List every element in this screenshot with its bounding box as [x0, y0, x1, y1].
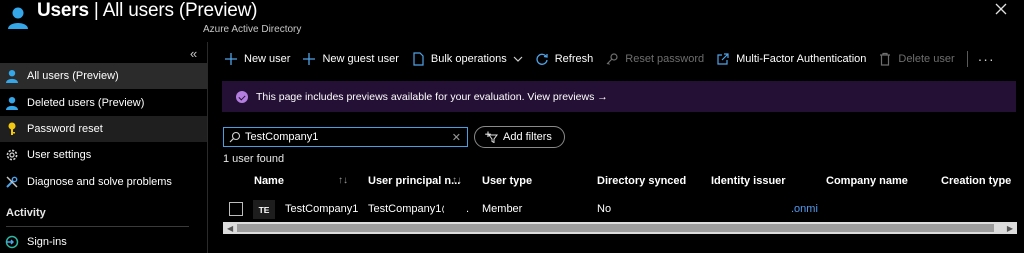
- sort-icon[interactable]: ↑↓: [452, 175, 462, 186]
- delete-user-button[interactable]: Delete user: [878, 52, 955, 66]
- add-filter-icon: [485, 131, 498, 143]
- refresh-button[interactable]: Refresh: [535, 52, 594, 66]
- title-rest: All users (Preview): [102, 0, 258, 21]
- trash-icon: [880, 52, 891, 66]
- search-input[interactable]: [245, 131, 445, 143]
- reset-password-button[interactable]: Reset password: [605, 52, 704, 66]
- cell-user-type: Member: [482, 203, 523, 215]
- sidebar-item-label: User settings: [27, 149, 92, 162]
- new-user-label: New user: [244, 53, 291, 65]
- redacted-tenant: [37, 25, 197, 35]
- cell-name[interactable]: TestCompany1: [285, 203, 358, 215]
- user-icon: [8, 7, 28, 29]
- plus-icon: [225, 53, 237, 65]
- refresh-icon: [536, 53, 548, 65]
- toolbar-divider: [966, 51, 968, 67]
- sidebar-item-diagnose[interactable]: Diagnose and solve problems: [0, 169, 207, 195]
- avatar: TE: [253, 200, 275, 219]
- preview-rocket-icon: [236, 90, 248, 103]
- external-link-icon: [717, 53, 729, 65]
- title-separator: |: [88, 0, 103, 21]
- sidebar: « All users (Preview) Deleted users (Pre…: [0, 42, 207, 253]
- sign-in-icon: [5, 235, 19, 249]
- scrollbar-thumb[interactable]: [237, 224, 994, 232]
- blade-header: Users | All users (Preview) Azure Active…: [0, 0, 1024, 42]
- result-count: 1 user found: [223, 153, 285, 165]
- new-user-button[interactable]: New user: [224, 52, 290, 66]
- cell-identity-issuer[interactable]: .onmi: [791, 203, 818, 215]
- new-guest-user-label: New guest user: [322, 53, 399, 65]
- close-icon[interactable]: [994, 2, 1008, 16]
- key-icon: [8, 122, 16, 135]
- sidebar-item-all-users[interactable]: All users (Preview): [0, 63, 207, 90]
- sort-icon[interactable]: ↑↓: [338, 175, 348, 186]
- cell-upn: TestCompany1@: [368, 203, 453, 215]
- column-header-creation-type[interactable]: Creation type: [941, 175, 1011, 187]
- horizontal-scrollbar[interactable]: ◀ ▶: [223, 222, 1017, 234]
- section-heading-activity: Activity: [6, 207, 46, 219]
- add-filters-label: Add filters: [503, 131, 552, 143]
- column-header-identity-issuer[interactable]: Identity issuer: [711, 175, 786, 187]
- cell-directory-synced: No: [597, 203, 612, 215]
- row-checkbox[interactable]: [229, 202, 243, 216]
- sidebar-item-deleted-users[interactable]: Deleted users (Preview): [0, 89, 207, 115]
- column-header-upn[interactable]: User principal n...: [368, 175, 460, 187]
- section-divider: [6, 226, 189, 227]
- preview-banner[interactable]: This page includes previews available fo…: [222, 81, 1016, 112]
- scroll-left-icon[interactable]: ◀: [227, 224, 233, 233]
- bulk-operations-label: Bulk operations: [430, 53, 507, 65]
- scroll-right-icon[interactable]: ▶: [1007, 224, 1013, 233]
- document-icon: [413, 52, 424, 66]
- sidebar-item-label: Sign-ins: [27, 236, 67, 248]
- command-bar: New user New guest user Bulk operations …: [224, 48, 995, 70]
- bulk-operations-dropdown[interactable]: Bulk operations: [411, 52, 523, 66]
- new-guest-user-button[interactable]: New guest user: [302, 52, 399, 66]
- column-header-name[interactable]: Name: [254, 175, 284, 187]
- add-filters-button[interactable]: Add filters: [474, 126, 565, 148]
- search-icon: [229, 131, 241, 143]
- redacted-issuer: [708, 203, 791, 215]
- column-header-company-name[interactable]: Company name: [826, 175, 908, 187]
- sidebar-item-user-settings[interactable]: User settings: [0, 142, 207, 168]
- mfa-button[interactable]: Multi-Factor Authentication: [716, 52, 866, 66]
- sidebar-item-sign-ins[interactable]: Sign-ins: [0, 232, 67, 252]
- wrench-icon: [6, 176, 18, 188]
- title-main: Users: [37, 0, 89, 21]
- page-title: Users | All users (Preview): [37, 0, 257, 22]
- sidebar-item-password-reset[interactable]: Password reset: [0, 115, 207, 143]
- gear-icon: [6, 149, 18, 161]
- search-box[interactable]: ✕: [223, 127, 468, 147]
- plus-icon: [303, 53, 316, 65]
- reset-password-label: Reset password: [625, 53, 705, 65]
- refresh-label: Refresh: [554, 53, 594, 65]
- sidebar-item-label: Diagnose and solve problems: [27, 175, 172, 188]
- sidebar-nav: All users (Preview) Deleted users (Previ…: [0, 63, 207, 195]
- chevron-down-icon: [513, 56, 523, 62]
- more-options-button[interactable]: ···: [978, 51, 995, 67]
- sidebar-divider: [207, 42, 208, 253]
- collapse-sidebar-button[interactable]: «: [190, 46, 197, 61]
- cell-upn-tail: .: [466, 203, 470, 215]
- sidebar-item-label: Deleted users (Preview): [27, 96, 145, 109]
- sidebar-item-label: Password reset: [27, 122, 103, 135]
- mfa-label: Multi-Factor Authentication: [736, 53, 867, 65]
- user-icon: [6, 96, 18, 110]
- banner-text: This page includes previews available fo…: [256, 90, 608, 103]
- sidebar-item-label: All users (Preview): [27, 70, 119, 83]
- redacted-upn-domain: [444, 203, 466, 215]
- user-icon: [6, 70, 18, 84]
- column-header-directory-synced[interactable]: Directory synced: [597, 175, 686, 187]
- delete-user-label: Delete user: [898, 53, 955, 65]
- key-icon: [606, 53, 618, 65]
- clear-search-icon[interactable]: ✕: [452, 131, 461, 144]
- column-header-user-type[interactable]: User type: [482, 175, 532, 187]
- page-subtitle: Azure Active Directory: [203, 24, 302, 35]
